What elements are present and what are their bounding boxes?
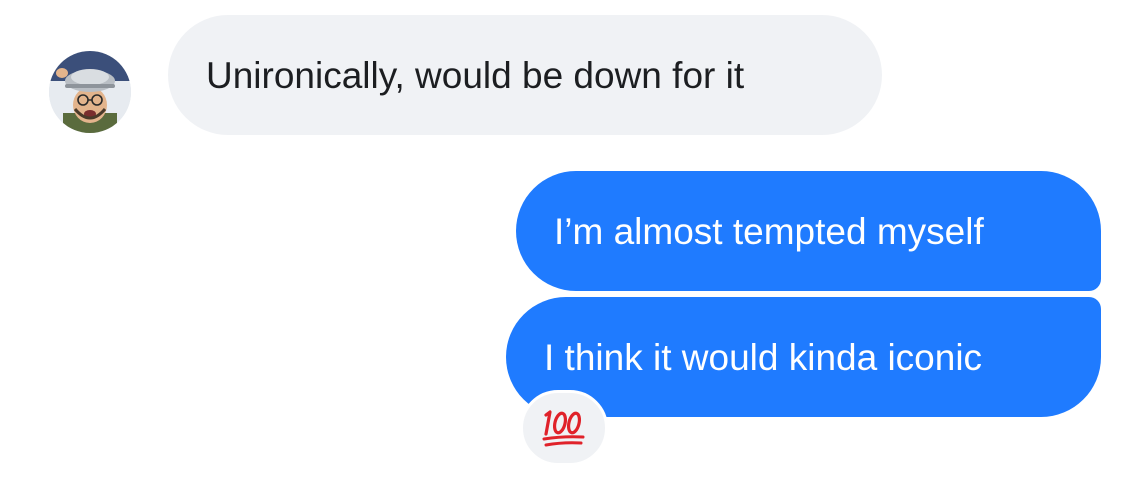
outgoing-message-text: I think it would kinda iconic: [544, 336, 983, 378]
sender-avatar[interactable]: [49, 51, 131, 133]
message-reaction[interactable]: [520, 390, 608, 466]
hundred-points-icon: [542, 410, 585, 447]
outgoing-message-bubble[interactable]: I’m almost tempted myself: [516, 171, 1101, 291]
incoming-message-text: Unironically, would be down for it: [206, 54, 745, 96]
person-with-colander-hat-avatar-icon: [49, 51, 131, 133]
chat-thread: Unironically, would be down for it I’m a…: [0, 0, 1125, 491]
outgoing-message-text: I’m almost tempted myself: [554, 210, 984, 252]
incoming-message-bubble[interactable]: Unironically, would be down for it: [168, 15, 882, 135]
